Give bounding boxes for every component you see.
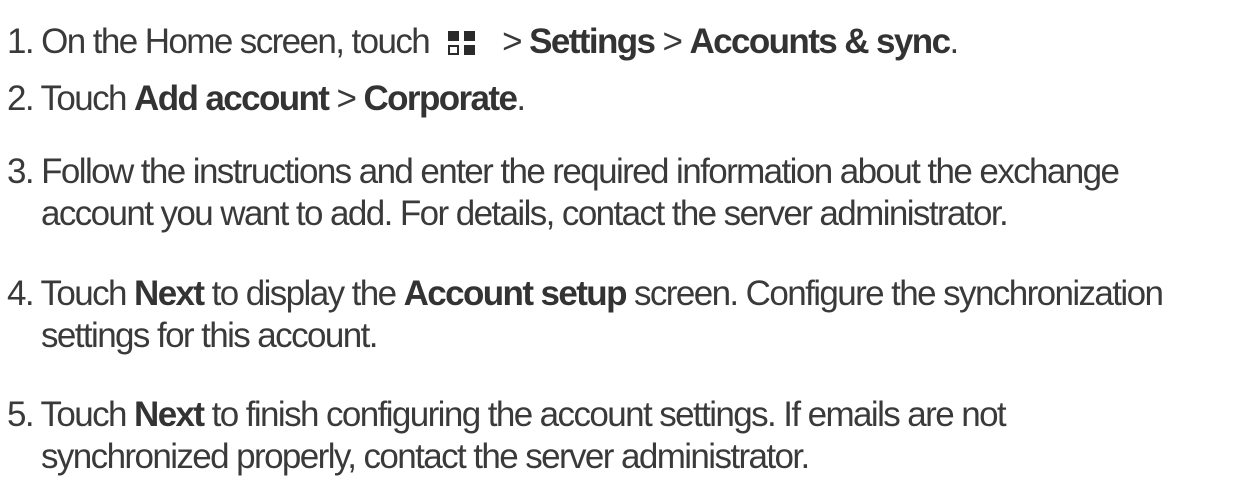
next-label: Next <box>134 395 205 434</box>
step-2: 2. Touch Add account > Corporate. <box>7 52 526 120</box>
step-number: 3. <box>7 152 35 191</box>
step-5: 5. Touch Next to finish configuring the … <box>7 368 1007 478</box>
step-text-continued: account you want to add. For details, co… <box>41 194 1009 233</box>
step-text: Touch <box>33 274 135 313</box>
separator: > <box>328 79 364 118</box>
step-text: Touch <box>33 79 135 118</box>
account-setup-label: Account setup <box>403 274 628 313</box>
step-3: 3. Follow the instructions and enter the… <box>7 125 1120 235</box>
accounts-sync-label: Accounts & sync <box>689 22 951 61</box>
punctuation: . <box>949 22 959 61</box>
step-text-continued: settings for this account. <box>41 316 378 355</box>
step-text: to display the <box>203 274 404 313</box>
step-4: 4. Touch Next to display the Account set… <box>7 247 1164 357</box>
step-text: Follow the instructions and enter the re… <box>33 152 1120 191</box>
step-text: screen. Configure the synchronization <box>625 274 1164 313</box>
settings-label: Settings <box>529 22 656 61</box>
corporate-label: Corporate <box>363 79 517 118</box>
separator: > <box>654 22 690 61</box>
step-number: 5. <box>7 395 35 434</box>
step-text: to finish configuring the account settin… <box>203 395 1007 434</box>
punctuation: . <box>516 79 526 118</box>
step-number: 2. <box>7 79 35 118</box>
step-number: 4. <box>7 274 35 313</box>
step-text: Touch <box>33 395 135 434</box>
add-account-label: Add account <box>134 79 330 118</box>
step-text-continued: synchronized properly, contact the serve… <box>41 437 810 476</box>
next-label: Next <box>134 274 205 313</box>
